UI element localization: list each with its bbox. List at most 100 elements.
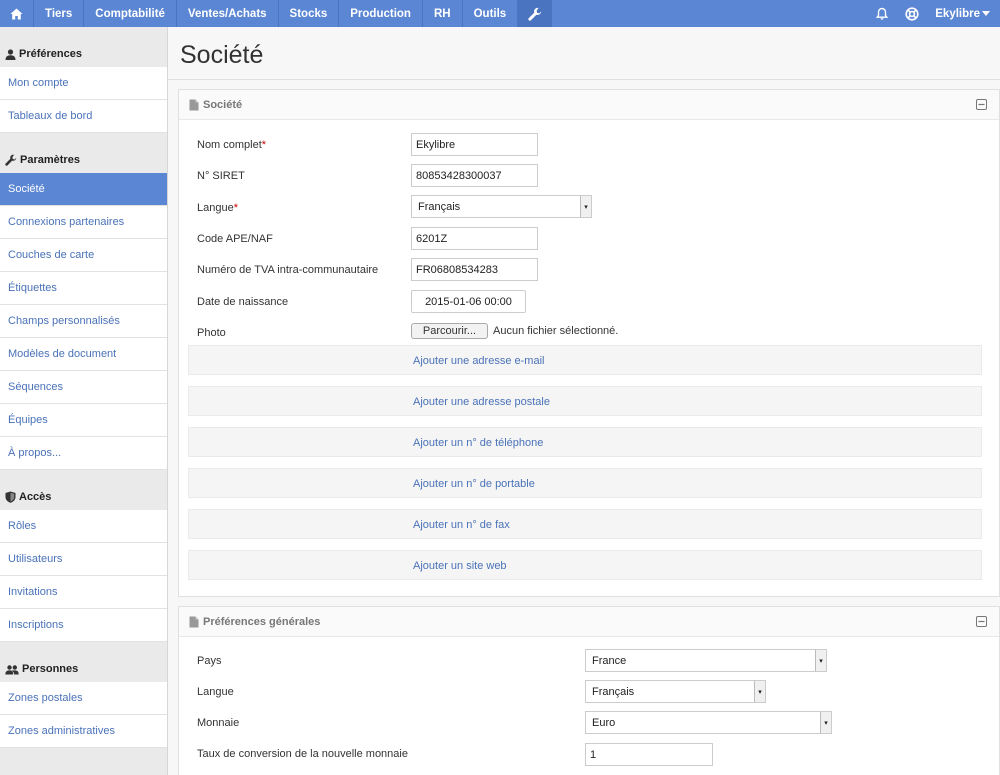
nav-rh[interactable]: RH — [423, 0, 463, 27]
sidebar-item-etiquettes[interactable]: Étiquettes — [0, 272, 167, 305]
label-text: Nom complet — [197, 139, 262, 151]
add-mobile-row: Ajouter un n° de portable — [188, 468, 982, 498]
add-mobile-link[interactable]: Ajouter un n° de portable — [413, 478, 535, 490]
wrench-icon — [528, 7, 542, 21]
people-icon — [5, 665, 19, 675]
notifications-button[interactable] — [867, 0, 897, 27]
nav-production[interactable]: Production — [339, 0, 423, 27]
lifebuoy-icon — [905, 6, 919, 21]
dropdown-arrow-icon: ▾ — [820, 712, 831, 733]
sidebar-item-connexions-partenaires[interactable]: Connexions partenaires — [0, 206, 167, 239]
sidebar-item-roles[interactable]: Rôles — [0, 510, 167, 543]
browse-file-button[interactable]: Parcourir... — [411, 323, 488, 339]
required-marker: * — [233, 202, 238, 214]
add-website-link[interactable]: Ajouter un site web — [413, 560, 507, 572]
birth-date-input[interactable]: 2015-01-06 00:00 — [411, 290, 526, 313]
vat-input[interactable]: FR06808534283 — [411, 258, 538, 281]
home-icon — [10, 8, 23, 20]
general-preferences-title: Préférences générales — [203, 615, 321, 628]
bell-icon — [875, 7, 889, 21]
add-phone-link[interactable]: Ajouter un n° de téléphone — [413, 437, 543, 449]
caret-down-icon — [982, 10, 990, 17]
nav-stocks[interactable]: Stocks — [279, 0, 340, 27]
label-photo: Photo — [197, 327, 226, 339]
sidebar-item-sequences[interactable]: Séquences — [0, 371, 167, 404]
language-select[interactable]: Français ▾ — [411, 195, 592, 218]
add-postal-address-link[interactable]: Ajouter une adresse postale — [413, 396, 550, 408]
sidebar-item-champs-personnalises[interactable]: Champs personnalisés — [0, 305, 167, 338]
company-panel-title: Société — [203, 98, 243, 111]
label-conversion-rate: Taux de conversion de la nouvelle monnai… — [197, 748, 408, 760]
document-icon — [189, 99, 199, 111]
sidebar-item-modeles-de-document[interactable]: Modèles de document — [0, 338, 167, 371]
nav-comptabilite[interactable]: Comptabilité — [84, 0, 177, 27]
page-title: Société — [180, 41, 264, 69]
required-marker: * — [261, 139, 267, 151]
add-email-link[interactable]: Ajouter une adresse e-mail — [413, 355, 544, 367]
sidebar-item-societe[interactable]: Société — [0, 173, 167, 206]
siret-input[interactable]: 80853428300037 — [411, 164, 538, 187]
full-name-input[interactable]: Ekylibre — [411, 133, 538, 156]
sidebar-section-title: Personnes — [22, 663, 79, 675]
sidebar-item-mon-compte[interactable]: Mon compte — [0, 67, 167, 100]
dropdown-arrow-icon: ▾ — [815, 650, 826, 671]
help-button[interactable] — [897, 0, 927, 27]
pref-language-select[interactable]: Français ▾ — [585, 680, 766, 703]
add-website-row: Ajouter un site web — [188, 550, 982, 580]
label-birth-date: Date de naissance — [197, 296, 289, 308]
nav-tiers[interactable]: Tiers — [34, 0, 85, 27]
label-text: Langue — [197, 202, 234, 214]
dropdown-arrow-icon: ▾ — [754, 681, 765, 702]
add-postal-address-row: Ajouter une adresse postale — [188, 386, 982, 416]
sidebar-section-title: Préférences — [19, 48, 82, 60]
top-navbar: Tiers Comptabilité Ventes/Achats Stocks … — [0, 0, 1000, 27]
home-button[interactable] — [0, 0, 34, 27]
sidebar-item-tableaux-de-bord[interactable]: Tableaux de bord — [0, 100, 167, 133]
title-divider — [168, 79, 1000, 80]
no-file-selected-text: Aucun fichier sélectionné. — [493, 325, 619, 337]
nav-outils[interactable]: Outils — [463, 0, 519, 27]
country-select-value: France — [592, 654, 627, 667]
company-panel: Société Nom complet* Ekylibre N° SIRET 8… — [178, 89, 1000, 597]
sidebar-section-preferences: Préférences — [0, 27, 167, 67]
add-fax-row: Ajouter un n° de fax — [188, 509, 982, 539]
currency-select[interactable]: Euro ▾ — [585, 711, 832, 734]
country-select[interactable]: France ▾ — [585, 649, 827, 672]
nav-ventes-achats[interactable]: Ventes/Achats — [177, 0, 279, 27]
wrench-icon — [5, 154, 17, 166]
add-fax-link[interactable]: Ajouter un n° de fax — [413, 519, 510, 531]
sidebar-item-zones-postales[interactable]: Zones postales — [0, 682, 167, 715]
label-pref-language: Langue — [197, 686, 234, 698]
sidebar-section-personnes: Personnes — [0, 642, 167, 682]
label-language: Langue* — [197, 202, 238, 214]
document-icon — [189, 616, 199, 628]
collapse-icon[interactable] — [976, 616, 987, 627]
company-panel-header: Société — [179, 90, 999, 120]
add-email-row: Ajouter une adresse e-mail — [188, 345, 982, 375]
sidebar: Préférences Mon compte Tableaux de bord … — [0, 27, 168, 775]
collapse-icon[interactable] — [976, 99, 987, 110]
main-content: Société Société Nom complet* Ekylibre N°… — [168, 27, 1000, 775]
sidebar-item-equipes[interactable]: Équipes — [0, 404, 167, 437]
user-icon — [5, 49, 16, 60]
sidebar-item-invitations[interactable]: Invitations — [0, 576, 167, 609]
sidebar-item-inscriptions[interactable]: Inscriptions — [0, 609, 167, 642]
general-preferences-panel: Préférences générales Pays France ▾ Lang… — [178, 606, 1000, 775]
sidebar-section-title: Paramètres — [20, 154, 80, 166]
user-menu[interactable]: Ekylibre — [927, 0, 1000, 27]
sidebar-item-utilisateurs[interactable]: Utilisateurs — [0, 543, 167, 576]
sidebar-section-acces: Accès — [0, 470, 167, 510]
label-currency: Monnaie — [197, 717, 240, 729]
sidebar-item-couches-de-carte[interactable]: Couches de carte — [0, 239, 167, 272]
ape-input[interactable]: 6201Z — [411, 227, 538, 250]
user-name: Ekylibre — [935, 7, 980, 20]
sidebar-section-parametres: Paramètres — [0, 133, 167, 173]
sidebar-item-zones-administratives[interactable]: Zones administratives — [0, 715, 167, 748]
label-siret: N° SIRET — [197, 170, 245, 182]
settings-tools-button[interactable] — [518, 0, 553, 27]
pref-language-select-value: Français — [592, 685, 635, 698]
label-ape: Code APE/NAF — [197, 233, 273, 245]
sidebar-item-a-propos[interactable]: À propos... — [0, 437, 167, 470]
add-phone-row: Ajouter un n° de téléphone — [188, 427, 982, 457]
conversion-rate-input[interactable]: 1 — [585, 743, 713, 766]
